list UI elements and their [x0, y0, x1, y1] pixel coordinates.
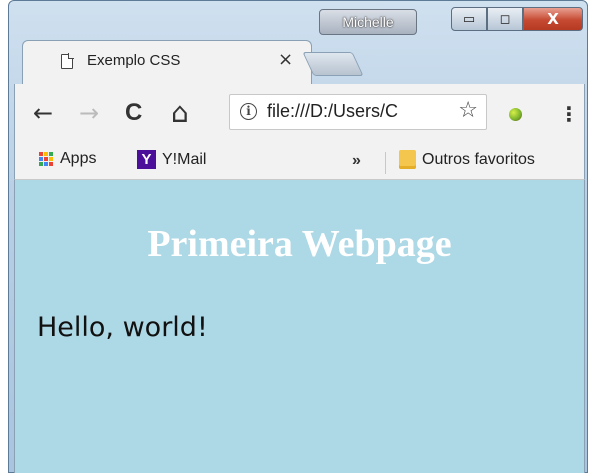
bookmark-other-label: Outros favoritos: [422, 150, 535, 168]
close-icon: X: [547, 10, 559, 28]
apps-grid-dot: [49, 162, 53, 167]
bookmark-other-favorites[interactable]: Outros favoritos: [399, 150, 535, 169]
apps-grid-dot: [44, 156, 48, 161]
more-bookmarks-icon[interactable]: »: [352, 152, 361, 170]
minimize-button[interactable]: ▭: [451, 7, 487, 31]
page-heading: Primeira Webpage: [147, 223, 452, 265]
address-bar[interactable]: i file:///D:/Users/C ☆: [229, 94, 487, 130]
tab-close-icon[interactable]: ×: [278, 49, 293, 70]
apps-grid-dot: [49, 156, 53, 161]
apps-icon: [39, 151, 54, 167]
page-paragraph: Hello, world!: [37, 312, 208, 343]
apps-grid-dot: [44, 151, 48, 156]
extension-icon[interactable]: [509, 108, 522, 121]
bookmark-apps[interactable]: Apps: [39, 150, 96, 168]
tab-title: Exemplo CSS: [87, 52, 181, 69]
folder-icon: [399, 150, 416, 169]
maximize-icon: ◻: [499, 11, 511, 27]
bookmark-star-icon[interactable]: ☆: [458, 98, 478, 123]
page-icon: [61, 54, 73, 69]
tab-exemplo-css[interactable]: Exemplo CSS ×: [22, 40, 312, 85]
back-icon[interactable]: ←: [33, 98, 53, 128]
apps-grid-dot: [39, 156, 43, 161]
page-content: Primeira Webpage Hello, world!: [14, 180, 585, 473]
home-icon[interactable]: ⌂: [171, 98, 189, 128]
bookmark-apps-label: Apps: [60, 150, 97, 167]
menu-icon[interactable]: ⋮: [559, 102, 579, 126]
forward-icon[interactable]: →: [79, 98, 99, 128]
info-icon[interactable]: i: [240, 103, 257, 120]
apps-grid-dot: [44, 162, 48, 167]
window-controls: ▭ ◻ X: [451, 7, 583, 31]
new-tab-button[interactable]: [302, 52, 364, 76]
bookmarks-bar: Apps Y Y!Mail » Outros favoritos: [14, 144, 585, 180]
maximize-button[interactable]: ◻: [487, 7, 523, 31]
apps-grid-dot: [39, 162, 43, 167]
toolbar: ← → C ⌂ i file:///D:/Users/C ☆ ⋮: [14, 84, 585, 144]
apps-grid-dot: [39, 151, 43, 156]
bookmark-ymail[interactable]: Y Y!Mail: [137, 150, 206, 169]
yahoo-icon: Y: [137, 150, 156, 169]
minimize-icon: ▭: [462, 11, 476, 27]
url-text[interactable]: file:///D:/Users/C: [267, 101, 398, 122]
title-bar: Michelle ▭ ◻ X: [9, 1, 587, 43]
profile-badge[interactable]: Michelle: [319, 9, 417, 35]
separator: [385, 152, 386, 174]
apps-grid-dot: [49, 151, 53, 156]
reload-icon[interactable]: C: [125, 98, 142, 128]
close-window-button[interactable]: X: [523, 7, 583, 31]
bookmark-ymail-label: Y!Mail: [162, 150, 207, 168]
